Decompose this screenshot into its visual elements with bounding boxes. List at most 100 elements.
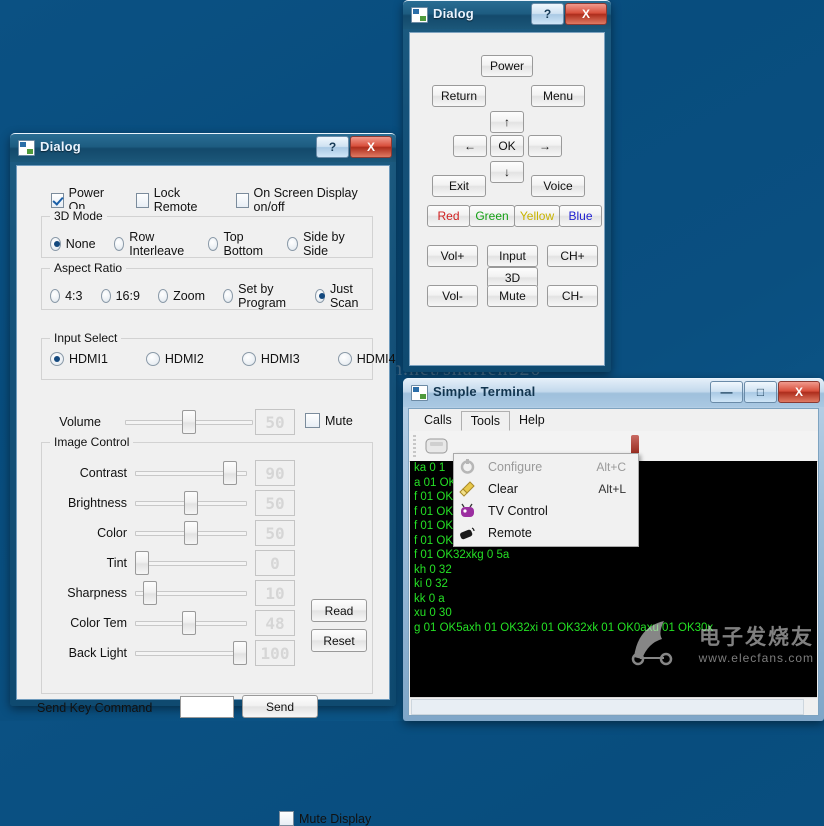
console-line: g 01 OK5axh 01 OK32xi 01 OK32xk 01 OK0ax…	[410, 621, 817, 636]
menu-item-clear[interactable]: Clear Alt+L	[454, 478, 638, 500]
right-button[interactable]: →	[528, 135, 562, 157]
app-icon	[18, 140, 35, 156]
aspect-ratio-caption: Aspect Ratio	[50, 261, 126, 275]
down-button[interactable]: ↓	[490, 161, 524, 183]
value-text: 50	[265, 494, 284, 513]
slider-back-light[interactable]	[135, 642, 245, 662]
tv-icon	[459, 503, 476, 519]
mute-button[interactable]: Mute	[487, 285, 538, 307]
power-on-checkbox[interactable]	[51, 193, 64, 208]
blue-key-button[interactable]: Blue	[559, 205, 602, 227]
radio-4-3[interactable]	[50, 289, 60, 303]
reset-button[interactable]: Reset	[311, 629, 367, 652]
radio-zoom[interactable]	[158, 289, 168, 303]
slider-label-contrast: Contrast	[51, 466, 127, 480]
vol-up-button[interactable]: Vol+	[427, 245, 478, 267]
send-key-command-input[interactable]	[180, 696, 234, 718]
radio-hdmi4[interactable]	[338, 352, 352, 366]
volume-value-display: 50	[255, 409, 295, 435]
terminal-hscrollbar[interactable]	[410, 697, 817, 715]
mute-checkbox[interactable]	[305, 413, 320, 428]
volume-knob[interactable]	[182, 410, 196, 434]
label-hdmi1: HDMI1	[69, 352, 108, 366]
mute-display-checkbox[interactable]	[279, 811, 294, 826]
ch-up-button[interactable]: CH+	[547, 245, 598, 267]
slider-brightness[interactable]	[135, 492, 245, 512]
volume-mute-row: Mute	[305, 413, 353, 428]
read-button[interactable]: Read	[311, 599, 367, 622]
remote-window-buttons: ? X	[530, 3, 607, 25]
radio-top-bottom[interactable]	[208, 237, 219, 251]
radio-hdmi1[interactable]	[50, 352, 64, 366]
radio-16-9[interactable]	[101, 289, 111, 303]
up-button[interactable]: ↑	[490, 111, 524, 133]
power-button[interactable]: Power	[481, 55, 533, 77]
slider-track[interactable]	[135, 561, 247, 566]
slider-track[interactable]	[135, 651, 247, 656]
slider-knob[interactable]	[184, 521, 198, 545]
input-select-caption: Input Select	[50, 331, 121, 345]
slider-color-tem[interactable]	[135, 612, 245, 632]
minimize-button[interactable]: —	[710, 381, 743, 403]
volume-slider[interactable]	[125, 411, 251, 431]
radio-row-interleave[interactable]	[114, 237, 125, 251]
image-control-caption: Image Control	[50, 435, 133, 449]
menu-item-remote[interactable]: Remote	[454, 522, 638, 544]
slider-tint[interactable]	[135, 552, 245, 572]
lock-remote-checkbox[interactable]	[136, 193, 149, 208]
console-line: kh 0 32	[410, 563, 817, 578]
slider-knob[interactable]	[233, 641, 247, 665]
slider-sharpness[interactable]	[135, 582, 245, 602]
menu-tools[interactable]: Tools	[461, 411, 510, 431]
send-button[interactable]: Send	[242, 695, 318, 718]
menu-button[interactable]: Menu	[531, 85, 585, 107]
label-hdmi2: HDMI2	[165, 352, 204, 366]
maximize-button[interactable]: □	[744, 381, 777, 403]
input-button[interactable]: Input	[487, 245, 538, 267]
osd-checkbox[interactable]	[236, 193, 249, 208]
yellow-key-button[interactable]: Yellow	[514, 205, 560, 227]
toolbar-grip[interactable]	[413, 435, 416, 457]
radio-hdmi2[interactable]	[146, 352, 160, 366]
left-button[interactable]: ←	[453, 135, 487, 157]
slider-knob[interactable]	[184, 491, 198, 515]
menu-item-configure[interactable]: Configure Alt+C	[454, 456, 638, 478]
ch-down-button[interactable]: CH-	[547, 285, 598, 307]
close-button[interactable]: X	[565, 3, 607, 25]
slider-contrast[interactable]	[135, 462, 245, 482]
slider-color[interactable]	[135, 522, 245, 542]
red-key-button[interactable]: Red	[427, 205, 470, 227]
close-button[interactable]: X	[778, 381, 820, 403]
ok-button[interactable]: OK	[490, 135, 524, 157]
voice-button[interactable]: Voice	[531, 175, 585, 197]
menu-help[interactable]: Help	[510, 411, 554, 429]
label-4-3: 4:3	[65, 289, 82, 303]
exit-button[interactable]: Exit	[432, 175, 486, 197]
radio-set-by-program[interactable]	[223, 289, 233, 303]
radio-none[interactable]	[50, 237, 61, 251]
phone-icon[interactable]	[423, 436, 451, 456]
simple-terminal-window: Simple Terminal — □ X Calls Tools Help k…	[403, 378, 824, 721]
radio-side-by-side[interactable]	[287, 237, 298, 251]
return-button[interactable]: Return	[432, 85, 486, 107]
terminal-hscroll-thumb[interactable]	[411, 699, 804, 715]
help-button[interactable]: ?	[531, 3, 564, 25]
slider-knob[interactable]	[135, 551, 149, 575]
menu-item-tv-control[interactable]: TV Control	[454, 500, 638, 522]
menu-calls[interactable]: Calls	[415, 411, 461, 429]
radio-hdmi3[interactable]	[242, 352, 256, 366]
slider-knob[interactable]	[182, 611, 196, 635]
help-button[interactable]: ?	[316, 136, 349, 158]
3d-mode-options: None Row Interleave Top Bottom Side by S…	[50, 230, 372, 258]
green-key-button[interactable]: Green	[469, 205, 515, 227]
console-line: f 01 OK32xkg 0 5a	[410, 548, 817, 563]
slider-knob[interactable]	[143, 581, 157, 605]
vol-down-button[interactable]: Vol-	[427, 285, 478, 307]
slider-label-color: Color	[51, 526, 127, 540]
radio-just-scan[interactable]	[315, 289, 325, 303]
value-display-sharpness: 10	[255, 580, 295, 606]
close-button[interactable]: X	[350, 136, 392, 158]
app-icon	[411, 385, 428, 401]
slider-knob[interactable]	[223, 461, 237, 485]
volume-label: Volume	[37, 415, 101, 429]
